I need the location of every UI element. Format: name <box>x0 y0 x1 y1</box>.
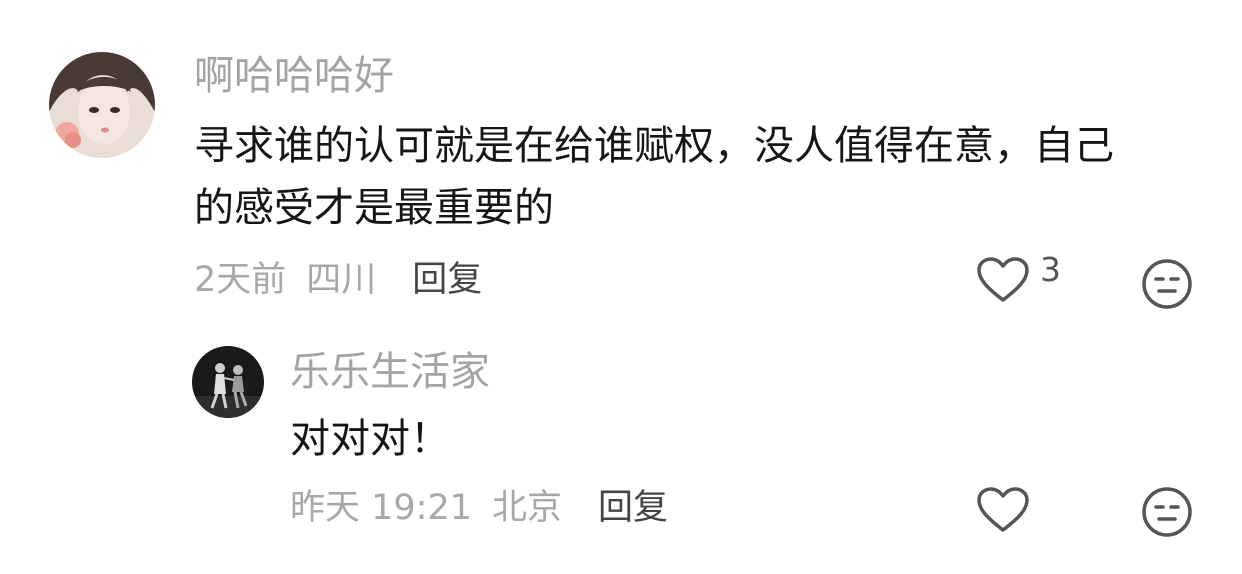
reply-button[interactable]: 回复 <box>412 257 482 303</box>
comment-meta: 2天前 四川 回复 <box>194 257 482 303</box>
heart-outline-icon <box>976 486 1030 538</box>
comment-time: 2天前 <box>194 260 287 300</box>
reply-location: 北京 <box>492 488 563 528</box>
reply-time: 昨天 19:21 <box>290 488 472 528</box>
like-count: 3 <box>1040 250 1061 289</box>
replier-avatar[interactable] <box>192 346 264 418</box>
dislike-button[interactable] <box>1141 258 1193 310</box>
heart-outline-icon <box>976 256 1030 308</box>
meh-face-icon <box>1142 487 1192 537</box>
commenter-avatar[interactable] <box>49 52 155 158</box>
reply-button[interactable]: 回复 <box>598 485 668 531</box>
reply-text: 对对对！ <box>290 416 450 462</box>
reply-meta: 昨天 19:21 北京 回复 <box>290 485 668 531</box>
like-button[interactable]: 3 <box>976 250 1061 308</box>
comment-text-line: 的感受才是最重要的 <box>194 185 554 231</box>
comment-text: 寻求谁的认可就是在给谁赋权，没人值得在意，自己 的感受才是最重要的 <box>194 115 1194 239</box>
comment-location: 四川 <box>306 260 377 300</box>
replier-username[interactable]: 乐乐生活家 <box>290 346 490 398</box>
like-button[interactable] <box>976 486 1030 538</box>
meh-face-icon <box>1142 259 1192 309</box>
comment-text-line: 寻求谁的认可就是在给谁赋权，没人值得在意，自己 <box>194 123 1114 169</box>
commenter-username[interactable]: 啊哈哈哈好 <box>194 50 394 102</box>
dislike-button[interactable] <box>1141 486 1193 538</box>
